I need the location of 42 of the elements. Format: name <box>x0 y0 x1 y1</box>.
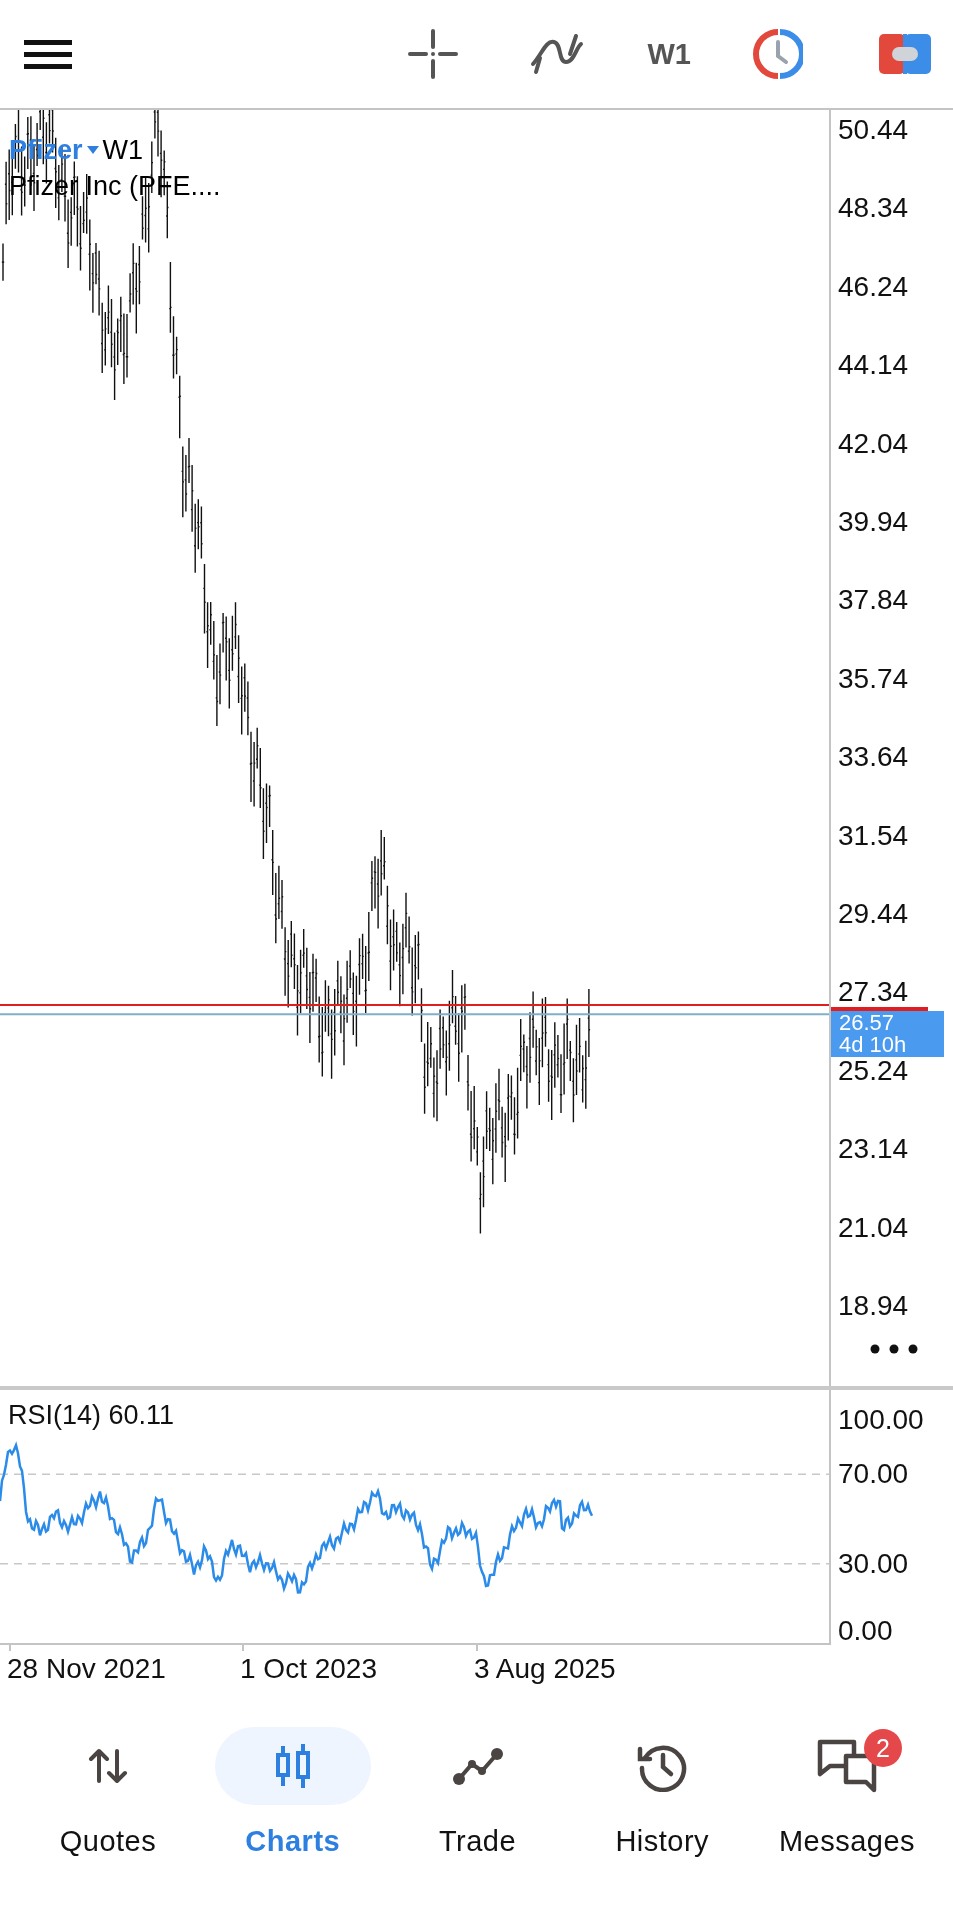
chart-timeframe: W1 <box>102 134 144 167</box>
timeframe-button[interactable]: W1 <box>647 37 691 71</box>
price-axis-label: 35.74 <box>838 664 909 693</box>
price-axis-label: 27.34 <box>838 978 909 1007</box>
price-axis-label: 21.04 <box>838 1213 909 1242</box>
price-axis-label: 33.64 <box>838 743 909 772</box>
price-axis-label: 50.44 <box>838 116 909 144</box>
line-chart-icon <box>451 1746 504 1786</box>
indicator-icon[interactable] <box>529 32 584 76</box>
price-axis-label: 23.14 <box>838 1135 909 1164</box>
dropdown-icon[interactable] <box>86 145 99 155</box>
date-axis-label: 3 Aug 2025 <box>474 1653 616 1685</box>
menu-icon[interactable] <box>24 38 72 70</box>
rsi-label: RSI(14) 60.11 <box>8 1400 175 1431</box>
crosshair-icon[interactable] <box>407 29 458 79</box>
price-axis-label: 39.94 <box>838 508 909 536</box>
rsi-axis-label: 100.00 <box>838 1406 924 1434</box>
nav-tab[interactable]: History <box>570 1727 755 1858</box>
price-axis-label: 48.34 <box>838 194 909 223</box>
unread-badge: 2 <box>864 1729 902 1767</box>
price-axis-label: 44.14 <box>838 351 909 380</box>
price-axis-label: 29.44 <box>838 900 909 928</box>
price-axis-label: 18.94 <box>838 1292 909 1320</box>
clock-icon[interactable] <box>753 29 803 79</box>
date-axis-label: 28 Nov 2021 <box>7 1653 166 1685</box>
price-axis-label: 37.84 <box>838 586 909 615</box>
nav-tab[interactable]: Quotes <box>16 1727 200 1858</box>
price-axis-label: 31.54 <box>838 821 909 850</box>
nav-tab[interactable]: Trade <box>385 1727 570 1858</box>
current-price-tag: 26.57 4d 10h <box>831 1011 944 1057</box>
price-axis-label: 46.24 <box>838 272 909 301</box>
chat-bubbles-icon <box>816 1738 878 1794</box>
date-axis-label: 1 Oct 2023 <box>240 1653 377 1685</box>
toggle-icon[interactable] <box>879 34 931 74</box>
more-icon[interactable] <box>870 1344 918 1354</box>
up-down-arrows-icon <box>87 1747 129 1785</box>
rsi-axis-label: 30.00 <box>838 1549 909 1578</box>
price-axis-label: 25.24 <box>838 1056 909 1085</box>
nav-tab[interactable]: 2 Messages <box>755 1727 939 1858</box>
price-axis-label: 42.04 <box>838 429 909 458</box>
rsi-axis-label: 0.00 <box>838 1617 893 1645</box>
rsi-axis-label: 70.00 <box>838 1460 909 1489</box>
